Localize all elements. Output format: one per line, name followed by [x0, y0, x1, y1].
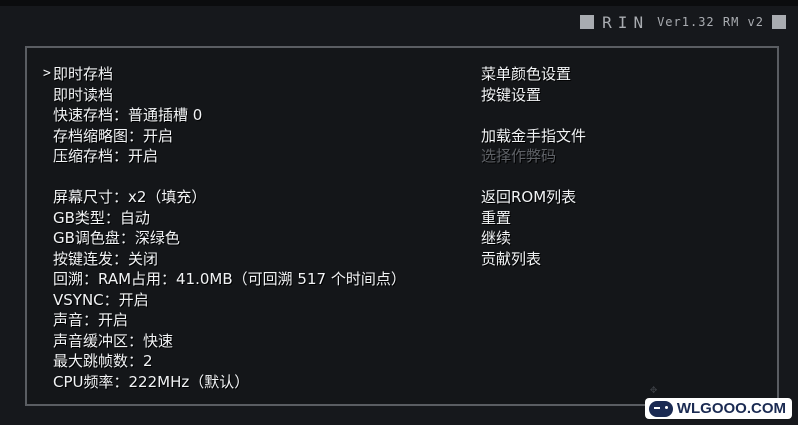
menu-item-label: 按键设置 [481, 85, 542, 104]
menu-item[interactable]: 即时读档 [53, 85, 406, 106]
top-bar [0, 0, 798, 6]
menu-item[interactable]: 按键连发：关闭 [53, 249, 406, 270]
menu-panel: > 即时存档 即时读档 快速存档：普通插槽 0 存档缩略图：开启 压缩存档：开启 屏幕尺寸：… [25, 46, 779, 406]
watermark-text: WLGOOO.COM [676, 400, 786, 417]
menu-item[interactable]: 屏幕尺寸：x2（填充） [53, 187, 406, 208]
menu-item[interactable]: > 即时存档 [43, 64, 406, 85]
watermark-logo: WLGOOO.COM [644, 398, 792, 419]
menu-item-label: VSYNC：开启 [53, 290, 149, 309]
menu-item[interactable]: 返回ROM列表 [481, 187, 586, 208]
menu-item-label: 最大跳帧数：2 [53, 352, 153, 370]
menu-item[interactable]: 继续 [481, 228, 586, 249]
menu-column-left: > 即时存档 即时读档 快速存档：普通插槽 0 存档缩略图：开启 压缩存档：开启 屏幕尺寸：… [43, 64, 406, 393]
menu-item[interactable]: 快速存档：普通插槽 0 [53, 105, 406, 126]
menu-item-label: GB调色盘：深绿色 [53, 229, 180, 247]
app-title: RIN [602, 12, 650, 32]
menu-spacer [481, 167, 586, 188]
menu-item-label: 存档缩略图：开启 [53, 126, 174, 145]
menu-item[interactable]: 菜单颜色设置 [481, 64, 586, 85]
menu-item-label: 屏幕尺寸：x2（填充） [53, 188, 207, 206]
menu-item-label: 压缩存档：开启 [53, 147, 159, 165]
menu-item-label: 贡献列表 [481, 249, 542, 268]
menu-item[interactable]: 按键设置 [481, 85, 586, 106]
menu-item-label: 选择作弊码 [481, 147, 557, 165]
menu-spacer [481, 105, 586, 126]
menu-item[interactable]: 回溯：RAM占用：41.0MB（可回溯 517 个时间点） [53, 269, 406, 290]
menu-item-label: 声音：开启 [53, 311, 129, 329]
faint-mark-icon: ✥ [650, 382, 658, 396]
square-icon [580, 15, 595, 29]
menu-item-label: 继续 [481, 229, 512, 247]
menu-item[interactable]: 压缩存档：开启 [53, 146, 406, 167]
menu-item[interactable]: 加载金手指文件 [481, 126, 586, 147]
menu-item-label: 即时读档 [53, 85, 114, 104]
menu-item[interactable]: 重置 [481, 208, 586, 229]
menu-item-label: 重置 [481, 208, 512, 227]
selection-cursor-icon: > [43, 66, 51, 81]
menu-item[interactable]: GB调色盘：深绿色 [53, 228, 406, 249]
gamepad-icon [648, 400, 673, 417]
emulator-header: RIN Ver1.32 RM v2 [580, 12, 786, 32]
menu-item-label: GB类型：自动 [53, 208, 150, 227]
square-icon [772, 15, 786, 29]
menu-column-right: 菜单颜色设置 按键设置加载金手指文件 选择作弊码返回ROM列表 重置继续贡献列表 [481, 64, 586, 269]
menu-item[interactable]: 最大跳帧数：2 [53, 351, 406, 372]
menu-item: 选择作弊码 [481, 146, 586, 167]
menu-item[interactable]: 声音缓冲区：快速 [53, 331, 406, 352]
version-label: Ver1.32 RM v2 [657, 15, 764, 29]
menu-item-label: 菜单颜色设置 [481, 65, 572, 83]
menu-item-label: CPU频率：222MHz（默认） [53, 372, 250, 391]
menu-item[interactable]: CPU频率：222MHz（默认） [53, 372, 406, 393]
menu-item-label: 快速存档：普通插槽 0 [53, 106, 203, 124]
menu-item-label: 按键连发：关闭 [53, 249, 159, 268]
menu-item-label: 即时存档 [53, 65, 114, 83]
menu-item-label: 返回ROM列表 [481, 188, 577, 206]
menu-item[interactable]: VSYNC：开启 [53, 290, 406, 311]
menu-item[interactable]: 存档缩略图：开启 [53, 126, 406, 147]
menu-item-label: 声音缓冲区：快速 [53, 331, 174, 350]
menu-item-label: 加载金手指文件 [481, 126, 587, 145]
menu-item-label: 回溯：RAM占用：41.0MB（可回溯 517 个时间点） [53, 270, 406, 288]
menu-item[interactable]: 贡献列表 [481, 249, 586, 270]
menu-item[interactable]: GB类型：自动 [53, 208, 406, 229]
menu-item[interactable]: 声音：开启 [53, 310, 406, 331]
menu-spacer [53, 167, 406, 188]
